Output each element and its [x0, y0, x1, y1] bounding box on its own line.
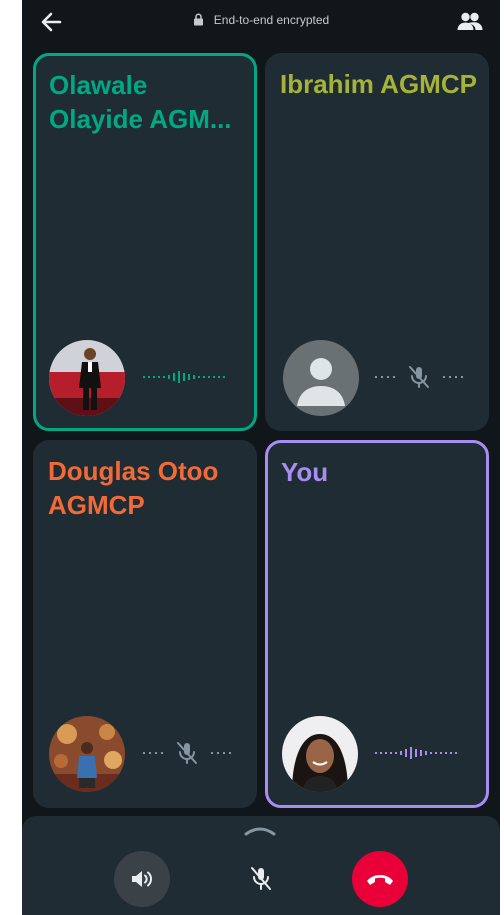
avatar-photo	[282, 716, 358, 792]
top-bar: End-to-end encrypted	[22, 0, 500, 44]
participant-avatar	[49, 340, 125, 416]
participant-avatar	[283, 340, 359, 416]
speaking-waveform-icon	[143, 371, 225, 383]
participant-tile-olawale[interactable]: Olawale Olayide AGM...	[33, 53, 257, 431]
participant-name: Douglas Otoo AGMCP	[48, 456, 219, 520]
mute-button[interactable]	[233, 851, 289, 907]
people-icon	[457, 12, 483, 30]
participant-name: Olawale Olayide AGM...	[49, 70, 232, 134]
avatar-photo	[49, 716, 125, 792]
avatar-photo	[49, 340, 125, 416]
muted-indicator-icon	[375, 366, 463, 388]
participant-name: You	[281, 457, 329, 487]
call-controls-panel	[22, 816, 500, 915]
end-call-icon	[367, 875, 393, 885]
speaking-waveform-icon	[375, 747, 457, 759]
speaker-icon	[132, 871, 152, 887]
encryption-text: End-to-end encrypted	[213, 13, 330, 27]
chevron-up-icon[interactable]	[240, 822, 280, 838]
participant-tile-ibrahim[interactable]: Ibrahim AGMCP	[265, 53, 489, 431]
call-screen: End-to-end encrypted Olawale Olayide AGM…	[22, 0, 500, 915]
participant-tile-you[interactable]: You	[265, 440, 489, 808]
participants-button[interactable]	[454, 8, 486, 36]
participant-avatar	[49, 716, 125, 792]
lock-icon	[193, 13, 203, 26]
encryption-notice: End-to-end encrypted	[22, 13, 500, 27]
muted-indicator-icon	[143, 742, 231, 764]
end-call-button[interactable]	[352, 851, 408, 907]
mic-off-icon	[251, 867, 271, 890]
participant-tile-douglas[interactable]: Douglas Otoo AGMCP	[33, 440, 257, 808]
default-person-icon	[297, 358, 345, 406]
speaker-button[interactable]	[114, 851, 170, 907]
participant-name: Ibrahim AGMCP	[280, 69, 477, 99]
participant-avatar	[282, 716, 358, 792]
